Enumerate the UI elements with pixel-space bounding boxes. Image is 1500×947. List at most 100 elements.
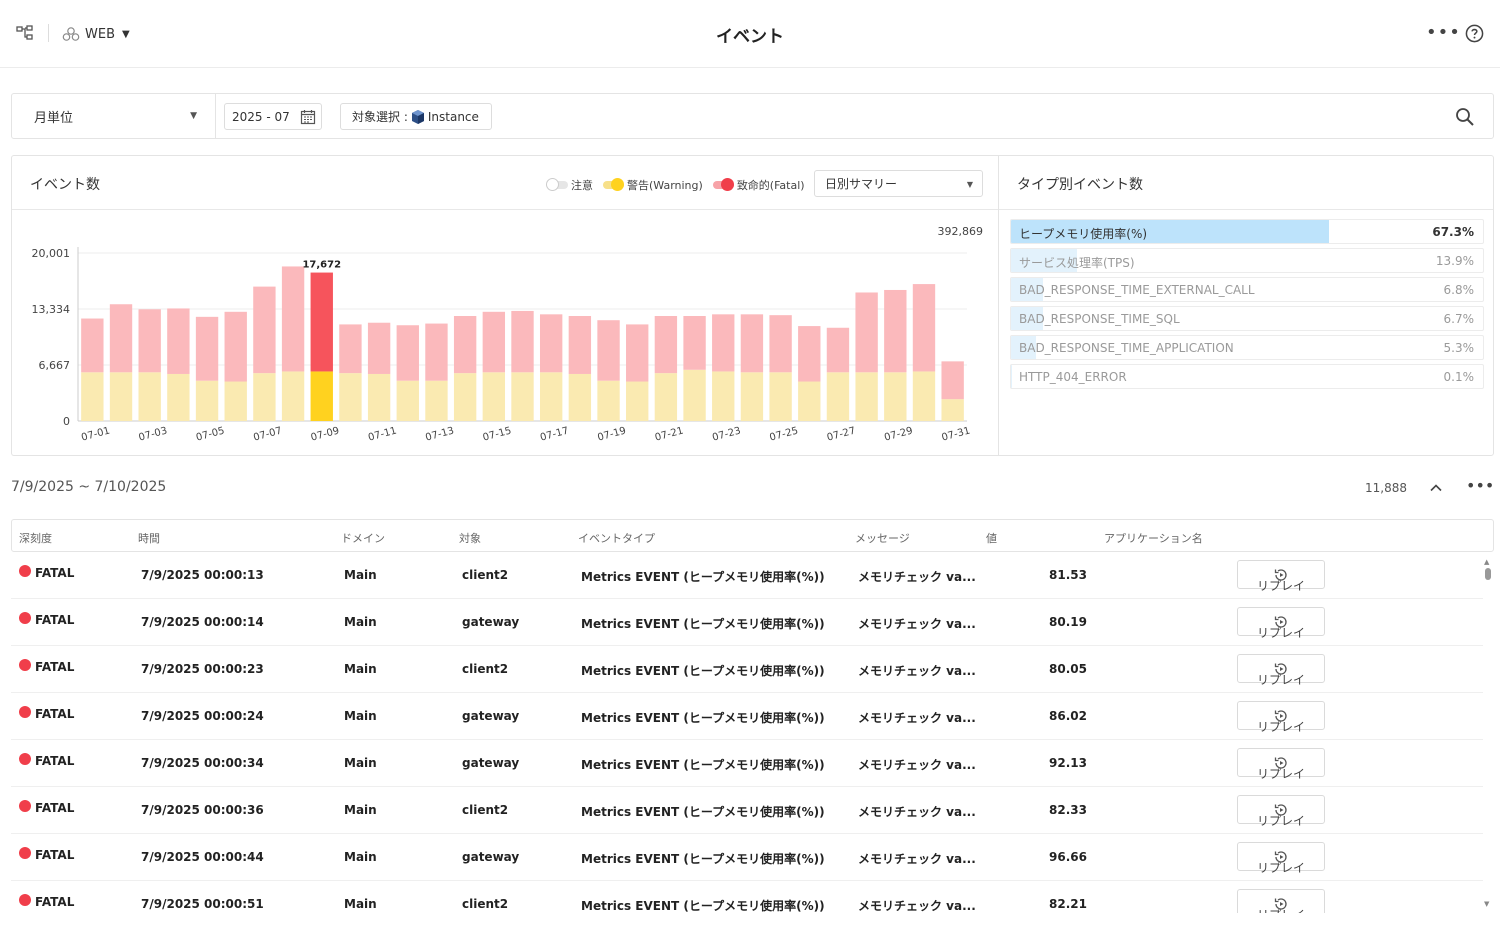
table-scrollbar[interactable]: ▲ ▼ bbox=[1484, 558, 1492, 908]
warning-bar bbox=[281, 371, 305, 421]
x-tick-label: 07-31 bbox=[941, 426, 972, 444]
toggle-switch[interactable] bbox=[712, 178, 734, 191]
row-domain: Main bbox=[344, 709, 377, 723]
type-row[interactable]: BAD_RESPONSE_TIME_APPLICATION 5.3% bbox=[1010, 335, 1484, 360]
warning-bar bbox=[453, 373, 477, 421]
column-header-message[interactable]: メッセージ bbox=[855, 530, 910, 546]
search-icon[interactable] bbox=[1455, 107, 1475, 127]
legend-warning[interactable]: 警告(Warning) bbox=[603, 177, 703, 193]
type-name: BAD_RESPONSE_TIME_EXTERNAL_CALL bbox=[1019, 283, 1255, 297]
type-list: ヒープメモリ使用率(%) 67.3% サービス処理率(TPS) 13.9% BAD_RE… bbox=[1010, 219, 1484, 393]
table-row[interactable]: FATAL 7/9/2025 00:00:51 Main client2 Metrics… bbox=[11, 881, 1483, 913]
fatal-bar bbox=[281, 266, 305, 372]
summary-select[interactable]: 日別サマリー ▼ bbox=[814, 170, 983, 197]
row-target: client2 bbox=[462, 897, 509, 911]
legend-fatal[interactable]: 致命的(Fatal) bbox=[712, 177, 805, 193]
warning-bar bbox=[654, 373, 678, 421]
fatal-bar bbox=[912, 284, 936, 372]
fatal-bar bbox=[626, 324, 649, 382]
more-icon[interactable]: ••• bbox=[1426, 22, 1461, 43]
target-select-button[interactable]: 対象選択 : Instance bbox=[340, 103, 492, 130]
severity-label: FATAL bbox=[35, 801, 75, 815]
type-row[interactable]: HTTP_404_ERROR 0.1% bbox=[1010, 364, 1484, 389]
replay-label: リプレイ bbox=[1256, 626, 1305, 640]
row-time: 7/9/2025 00:00:51 bbox=[141, 897, 264, 911]
column-header-time[interactable]: 時間 bbox=[138, 530, 160, 546]
table-row[interactable]: FATAL 7/9/2025 00:00:36 Main client2 Metrics… bbox=[11, 787, 1483, 834]
replay-label: リプレイ bbox=[1256, 767, 1305, 781]
column-header-domain[interactable]: ドメイン bbox=[341, 530, 385, 546]
type-row[interactable]: BAD_RESPONSE_TIME_EXTERNAL_CALL 6.8% bbox=[1010, 277, 1484, 302]
help-icon[interactable] bbox=[1465, 24, 1484, 43]
x-tick-label: 07-05 bbox=[195, 426, 226, 444]
column-header-target[interactable]: 対象 bbox=[459, 530, 481, 546]
x-tick-label: 07-03 bbox=[138, 426, 169, 444]
replay-button[interactable]: リプレイ bbox=[1237, 842, 1325, 875]
more-icon[interactable]: ••• bbox=[1466, 476, 1494, 495]
replay-button[interactable]: リプレイ bbox=[1237, 889, 1325, 913]
warning-bar bbox=[683, 369, 706, 421]
type-row[interactable]: BAD_RESPONSE_TIME_SQL 6.7% bbox=[1010, 306, 1484, 331]
replay-button[interactable]: リプレイ bbox=[1237, 607, 1325, 640]
type-row[interactable]: サービス処理率(TPS) 13.9% bbox=[1010, 248, 1484, 273]
row-target: gateway bbox=[462, 850, 520, 864]
table-row[interactable]: FATAL 7/9/2025 00:00:24 Main gateway Metrics… bbox=[11, 693, 1483, 740]
calendar-icon bbox=[300, 110, 316, 125]
row-target: gateway bbox=[462, 756, 520, 770]
date-range: 7/9/2025 ~ 7/10/2025 bbox=[11, 479, 167, 495]
column-header-app-name[interactable]: アプリケーション名 bbox=[1104, 530, 1203, 546]
fatal-dot-icon bbox=[19, 565, 31, 577]
table-row[interactable]: FATAL 7/9/2025 00:00:14 Main gateway Metrics… bbox=[11, 599, 1483, 646]
row-target: client2 bbox=[462, 803, 509, 817]
period-select[interactable]: 月単位 ▼ bbox=[12, 94, 216, 138]
fatal-bar bbox=[826, 327, 850, 373]
row-message: メモリチェック va... bbox=[858, 711, 976, 725]
row-event-type: Metrics EVENT (ヒープメモリ使用率(%)) bbox=[581, 711, 825, 725]
x-tick-label: 07-09 bbox=[310, 426, 341, 444]
table-row[interactable]: FATAL 7/9/2025 00:00:13 Main client2 Metrics… bbox=[11, 552, 1483, 599]
fatal-dot-icon bbox=[19, 706, 31, 718]
x-tick-label: 07-19 bbox=[596, 426, 627, 444]
column-header-value[interactable]: 値 bbox=[986, 530, 997, 546]
row-domain: Main bbox=[344, 615, 377, 629]
replay-button[interactable]: リプレイ bbox=[1237, 795, 1325, 828]
type-percent: 0.1% bbox=[1443, 370, 1475, 384]
warning-bar bbox=[253, 373, 276, 421]
table-row[interactable]: FATAL 7/9/2025 00:00:23 Main client2 Metrics… bbox=[11, 646, 1483, 693]
row-time: 7/9/2025 00:00:34 bbox=[141, 756, 264, 770]
column-header-event-type[interactable]: イベントタイプ bbox=[578, 530, 655, 546]
replay-button[interactable]: リプレイ bbox=[1237, 560, 1325, 593]
scroll-down-icon[interactable]: ▼ bbox=[1484, 900, 1489, 908]
column-header-severity[interactable]: 深刻度 bbox=[19, 530, 52, 546]
scroll-thumb[interactable] bbox=[1485, 568, 1491, 580]
severity-label: FATAL bbox=[35, 660, 75, 674]
fatal-bar bbox=[425, 323, 448, 381]
fatal-dot-icon bbox=[19, 800, 31, 812]
replay-label: リプレイ bbox=[1256, 814, 1305, 828]
row-value: 82.33 bbox=[1049, 803, 1087, 817]
severity-cell: FATAL bbox=[19, 894, 74, 909]
y-tick-label: 6,667 bbox=[39, 359, 71, 372]
legend-caution[interactable]: 注意 bbox=[546, 177, 593, 193]
row-value: 82.21 bbox=[1049, 897, 1087, 911]
month-picker[interactable]: 2025 - 07 bbox=[224, 103, 322, 130]
fatal-bar bbox=[511, 310, 534, 373]
replay-button[interactable]: リプレイ bbox=[1237, 748, 1325, 781]
row-domain: Main bbox=[344, 662, 377, 676]
fatal-bar bbox=[224, 311, 247, 382]
row-time: 7/9/2025 00:00:14 bbox=[141, 615, 264, 629]
event-count-header: イベント数 注意 警告(Warning) 致命的(Fatal) 日別サマリー ▼ bbox=[12, 156, 999, 210]
warning-bar bbox=[195, 380, 219, 421]
replay-button[interactable]: リプレイ bbox=[1237, 701, 1325, 734]
toggle-switch[interactable] bbox=[603, 178, 624, 191]
toggle-switch[interactable] bbox=[546, 178, 568, 191]
table-row[interactable]: FATAL 7/9/2025 00:00:44 Main gateway Metrics… bbox=[11, 834, 1483, 881]
fatal-bar bbox=[482, 311, 506, 373]
chevron-up-icon[interactable] bbox=[1429, 481, 1443, 495]
type-row[interactable]: ヒープメモリ使用率(%) 67.3% bbox=[1010, 219, 1484, 244]
replay-button[interactable]: リプレイ bbox=[1237, 654, 1325, 687]
table-row[interactable]: FATAL 7/9/2025 00:00:34 Main gateway Metrics… bbox=[11, 740, 1483, 787]
fatal-bar bbox=[798, 326, 821, 382]
scroll-up-icon[interactable]: ▲ bbox=[1484, 558, 1489, 566]
warning-bar bbox=[425, 380, 448, 421]
